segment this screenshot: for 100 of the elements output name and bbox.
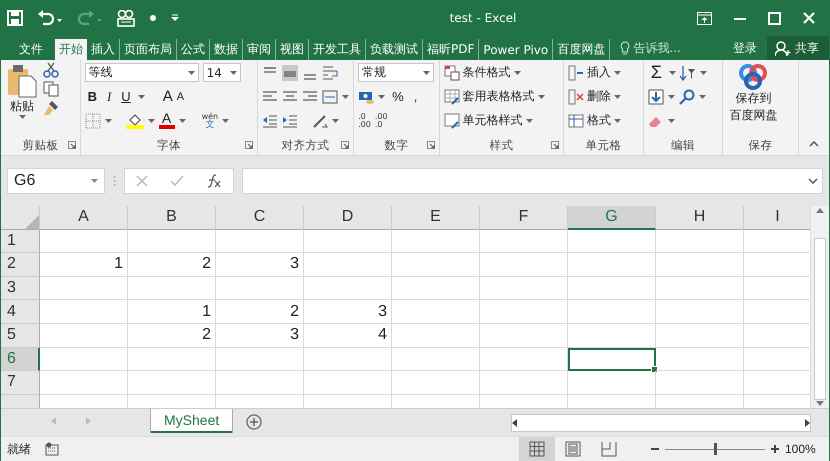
wrap-text-icon[interactable] — [322, 64, 338, 80]
sort-filter-icon[interactable] — [680, 64, 696, 80]
column-header[interactable]: H — [656, 206, 744, 230]
save-icon[interactable] — [7, 10, 23, 26]
column-header[interactable]: A — [40, 206, 128, 230]
column-header[interactable]: B — [128, 206, 216, 230]
number-format-field[interactable]: 常规 — [358, 63, 434, 82]
fill-down-icon[interactable] — [648, 88, 664, 104]
dropdown-caret-icon[interactable] — [188, 70, 195, 74]
font-color-button[interactable]: A — [158, 112, 175, 129]
fill-handle[interactable] — [651, 366, 658, 374]
column-header[interactable]: F — [480, 206, 568, 230]
dropdown-caret-icon[interactable] — [332, 118, 340, 122]
decrease-font-button[interactable]: A — [176, 90, 184, 102]
ribbon-tab[interactable]: 开始 — [55, 39, 87, 60]
row-header[interactable]: 7 — [1, 371, 40, 395]
merge-cells-icon[interactable] — [322, 88, 338, 104]
undo-icon[interactable] — [37, 10, 63, 26]
dropdown-caret-icon[interactable] — [614, 70, 622, 74]
normal-view-button[interactable] — [519, 437, 555, 461]
dropdown-caret-icon[interactable] — [138, 94, 145, 98]
row-header[interactable]: 3 — [1, 276, 40, 300]
column-header[interactable]: D — [304, 206, 392, 230]
zoom-level[interactable]: 100% — [785, 442, 821, 456]
font-size-field[interactable]: 14 — [202, 63, 241, 82]
delete-cells-button[interactable]: 删除 — [568, 86, 622, 107]
dialog-launcher-icon[interactable] — [551, 141, 560, 149]
conditional-format-button[interactable]: 条件格式 — [444, 62, 545, 83]
dropdown-caret-icon[interactable] — [698, 94, 706, 98]
scroll-up-icon[interactable] — [816, 208, 824, 213]
dropdown-caret-icon[interactable] — [178, 118, 186, 122]
sheet-tab[interactable]: MySheet — [151, 409, 232, 433]
dropdown-caret-icon[interactable] — [526, 118, 533, 122]
phonetic-button[interactable]: wén 文 — [202, 112, 218, 130]
vertical-scrollbar[interactable] — [810, 206, 829, 408]
dialog-launcher-icon[interactable] — [245, 141, 254, 149]
format-as-table-button[interactable]: 套用表格格式 — [444, 86, 545, 107]
search-icon[interactable] — [678, 88, 695, 104]
dropdown-caret-icon[interactable] — [222, 118, 230, 122]
decrease-indent-icon[interactable] — [262, 112, 278, 128]
column-header[interactable]: E — [392, 206, 480, 230]
row-header[interactable]: 6 — [1, 348, 40, 372]
zoom-thumb[interactable] — [714, 443, 717, 455]
expand-caret-icon[interactable] — [808, 178, 818, 184]
dropdown-caret-icon[interactable] — [668, 94, 675, 98]
ribbon-display-icon[interactable] — [697, 12, 712, 24]
row-header[interactable]: 5 — [1, 324, 40, 348]
dropdown-caret-icon[interactable] — [18, 115, 26, 119]
paste-button[interactable]: 粘贴 — [5, 62, 39, 135]
autosum-button[interactable]: Σ — [648, 62, 665, 83]
dot-icon[interactable] — [149, 14, 157, 22]
font-name-field[interactable]: 等线 — [84, 63, 199, 82]
scroll-right-icon[interactable] — [805, 419, 810, 427]
orientation-icon[interactable] — [312, 112, 328, 128]
formula-field[interactable] — [242, 168, 823, 194]
zoom-slider[interactable] — [665, 443, 765, 455]
dropdown-caret-icon[interactable] — [614, 118, 622, 122]
sign-in-link[interactable]: 登录 — [723, 36, 767, 60]
dropdown-caret-icon[interactable] — [148, 118, 155, 122]
collapse-ribbon-icon[interactable] — [809, 141, 819, 147]
zoom-out-icon[interactable] — [651, 445, 659, 453]
column-header[interactable]: G — [568, 206, 656, 230]
copy-icon[interactable] — [43, 81, 59, 97]
save-to-cloud-button[interactable]: 保存到 百度网盘 — [727, 62, 780, 135]
add-sheet-icon[interactable] — [246, 414, 262, 430]
column-header[interactable]: I — [744, 206, 810, 230]
dropdown-caret-icon[interactable] — [91, 179, 98, 183]
row-header[interactable]: 2 — [1, 253, 40, 277]
ribbon-tab[interactable]: 文件 — [1, 39, 55, 60]
format-cells-button[interactable]: 格式 — [568, 110, 622, 131]
dropdown-caret-icon[interactable] — [668, 70, 676, 74]
fill-color-icon[interactable] — [126, 112, 144, 129]
maximize-icon[interactable] — [768, 12, 781, 24]
customize-caret-icon[interactable] — [171, 14, 179, 22]
dropdown-caret-icon[interactable] — [378, 94, 386, 98]
row-header[interactable]: 4 — [1, 300, 40, 324]
cut-icon[interactable] — [43, 62, 59, 78]
column-header[interactable]: C — [216, 206, 304, 230]
italic-button[interactable]: I — [104, 88, 114, 104]
scroll-left-icon[interactable] — [512, 419, 517, 427]
dropdown-caret-icon[interactable] — [668, 118, 675, 122]
dialog-launcher-icon[interactable] — [341, 141, 350, 149]
cell-styles-button[interactable]: 单元格样式 — [444, 110, 545, 131]
share-button[interactable]: 共享 — [767, 36, 829, 60]
dropdown-caret-icon[interactable] — [104, 118, 112, 122]
dropdown-caret-icon[interactable] — [514, 70, 521, 74]
zoom-in-icon[interactable] — [771, 445, 779, 453]
name-box[interactable]: G6 — [7, 168, 105, 194]
insert-function-icon[interactable] — [206, 174, 222, 188]
form-icon[interactable] — [117, 10, 135, 26]
comma-button[interactable]: , — [410, 89, 420, 104]
active-cell[interactable] — [568, 348, 656, 372]
underline-button[interactable]: U — [118, 89, 134, 104]
dialog-launcher-icon[interactable] — [68, 141, 76, 149]
increase-decimal-button[interactable]: .0 .00 — [358, 112, 371, 128]
increase-font-button[interactable]: A — [162, 88, 173, 105]
dialog-launcher-icon[interactable] — [426, 141, 435, 149]
format-painter-icon[interactable] — [43, 100, 59, 116]
insert-cells-button[interactable]: 插入 — [568, 62, 622, 83]
increase-indent-icon[interactable] — [282, 112, 298, 128]
